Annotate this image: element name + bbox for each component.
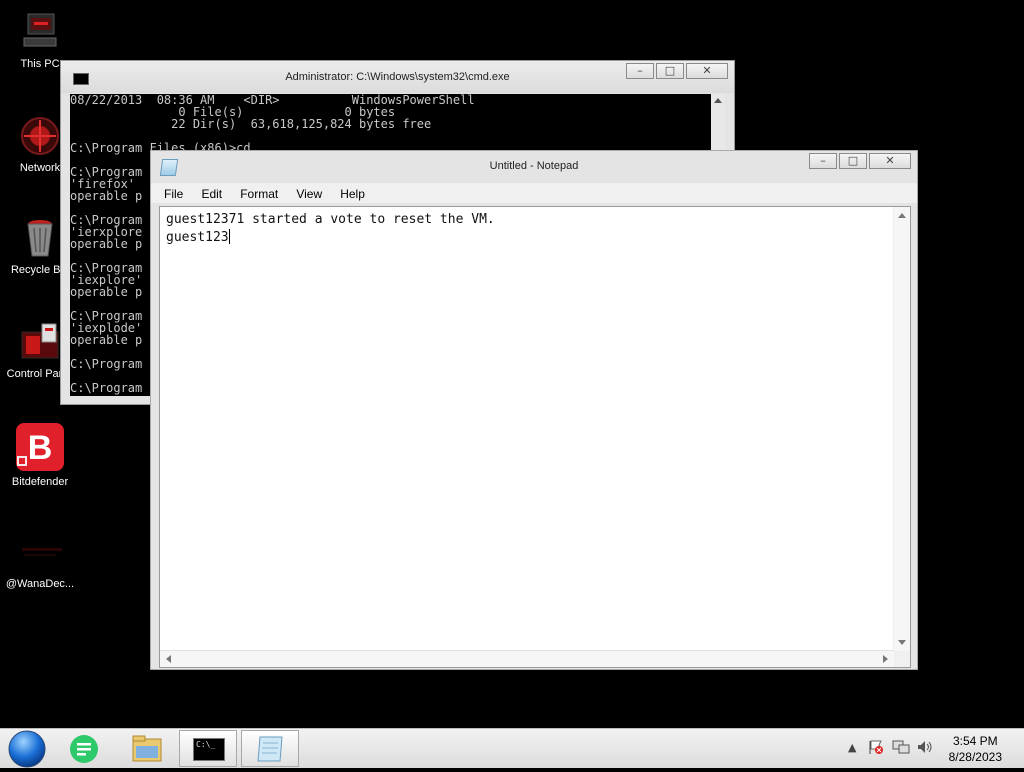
computer-icon — [18, 10, 62, 54]
taskbar: C:\_ ▲ 3:54 PM 8/28/2023 — [0, 728, 1024, 768]
start-button[interactable] — [4, 730, 50, 768]
text-line: guest12371 started a vote to reset the V… — [166, 212, 495, 227]
console-line: 22 Dir(s) 63,618,125,824 bytes free — [70, 117, 432, 131]
text-line: guest123 — [166, 230, 229, 245]
scroll-right-arrow-icon[interactable] — [883, 655, 888, 663]
taskbar-app-cmd[interactable]: C:\_ — [179, 730, 237, 767]
cmd-taskbar-icon: C:\_ — [193, 738, 225, 761]
cmd-titlebar[interactable]: Administrator: C:\Windows\system32\cmd.e… — [61, 61, 734, 93]
folder-icon — [132, 735, 162, 762]
close-button[interactable]: ✕ — [869, 153, 911, 169]
scroll-up-arrow-icon[interactable] — [714, 98, 722, 103]
clock-date: 8/28/2023 — [948, 750, 1002, 764]
show-hidden-icons-chevron-icon[interactable]: ▲ — [848, 741, 856, 754]
taskbar-app-file-explorer[interactable] — [124, 730, 170, 767]
scroll-left-arrow-icon[interactable] — [166, 655, 171, 663]
taskbar-app-notes[interactable] — [64, 730, 104, 767]
start-orb-icon — [8, 730, 46, 768]
notepad-horizontal-scrollbar[interactable] — [160, 650, 894, 667]
desktop-icon-bitdefender[interactable]: B Bitdefender — [0, 422, 80, 488]
network-icon[interactable] — [892, 739, 910, 758]
notepad-vertical-scrollbar[interactable] — [893, 207, 910, 651]
clock-time: 3:54 PM — [952, 734, 998, 748]
text-caret — [228, 229, 230, 244]
menu-file[interactable]: File — [164, 185, 183, 201]
menu-format[interactable]: Format — [240, 185, 278, 201]
notepad-text-content[interactable]: guest12371 started a vote to reset the V… — [166, 211, 495, 247]
menu-help[interactable]: Help — [340, 185, 365, 201]
maximize-button[interactable]: □ — [656, 63, 684, 79]
wanadecryptor-icon — [18, 530, 62, 574]
volume-speaker-icon[interactable] — [916, 739, 934, 758]
taskbar-app-notepad[interactable] — [241, 730, 299, 767]
scroll-up-arrow-icon[interactable] — [898, 213, 906, 218]
maximize-button[interactable]: □ — [839, 153, 867, 169]
resize-grip-icon[interactable] — [894, 651, 910, 667]
svg-text:B: B — [28, 429, 53, 467]
notepad-text-area[interactable]: guest12371 started a vote to reset the V… — [159, 206, 911, 668]
control-panel-icon — [18, 320, 62, 364]
recycle-bin-icon — [18, 216, 62, 260]
desktop-icon-label: @WanaDec... — [5, 578, 75, 590]
cmd-taskbar-icon-text: C:\_ — [196, 740, 216, 749]
minimize-button[interactable]: – — [809, 153, 837, 169]
menu-edit[interactable]: Edit — [201, 185, 222, 201]
notes-app-icon — [70, 735, 98, 763]
bitdefender-logo-icon: B — [15, 422, 65, 472]
minimize-button[interactable]: – — [626, 63, 654, 79]
close-button[interactable]: ✕ — [686, 63, 728, 79]
network-globe-icon — [18, 114, 62, 158]
notepad-window[interactable]: Untitled - Notepad – □ ✕ File Edit Format … — [150, 150, 918, 670]
scroll-down-arrow-icon[interactable] — [898, 640, 906, 645]
notepad-titlebar[interactable]: Untitled - Notepad – □ ✕ — [151, 151, 917, 183]
notepad-window-title: Untitled - Notepad — [489, 160, 579, 172]
menu-view[interactable]: View — [296, 185, 322, 201]
security-alert-flag-icon[interactable] — [868, 739, 884, 758]
notepad-taskbar-icon — [257, 736, 283, 762]
desktop-icon-label: Bitdefender — [11, 476, 69, 488]
desktop-icon-wanadecryptor[interactable]: @WanaDec... — [0, 530, 80, 590]
notepad-menubar: File Edit Format View Help — [151, 183, 917, 203]
system-clock[interactable]: 3:54 PM 8/28/2023 — [949, 733, 1002, 765]
